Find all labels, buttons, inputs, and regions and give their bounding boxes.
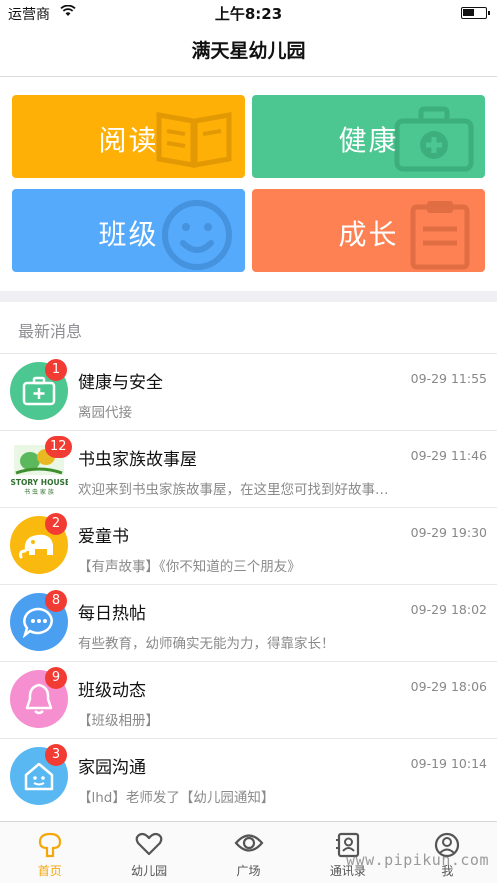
clipboard-icon <box>405 197 475 272</box>
message-preview: 欢迎来到书虫家族故事屋，在这里您可找到好故事… <box>78 482 389 498</box>
feature-grid: 阅读 健康 班级 成长 <box>12 95 489 273</box>
message-title: 家园沟通 <box>78 758 146 778</box>
unread-badge: 2 <box>45 513 67 535</box>
svg-text:iSTORY HOUSE: iSTORY HOUSE <box>10 478 68 487</box>
unread-badge: 3 <box>45 744 67 766</box>
message-item-class-news[interactable]: 9 班级动态 09-29 18:06 【班级相册】 <box>0 661 497 738</box>
nav-bar: 满天星幼儿园 <box>0 26 497 77</box>
smiley-face-icon <box>159 197 235 272</box>
clock: 上午8:23 <box>214 5 283 23</box>
tab-label: 幼儿园 <box>131 864 168 878</box>
heart-icon <box>135 832 163 860</box>
tab-kindergarten[interactable]: 幼儿园 <box>99 822 198 883</box>
message-time: 09-29 11:46 <box>410 448 487 463</box>
first-aid-kit-icon <box>393 103 475 177</box>
message-item-daily-hot[interactable]: 8 每日热帖 09-29 18:02 有些教育，幼师确实无能为力，得靠家长！ <box>0 584 497 661</box>
eye-icon <box>234 832 264 858</box>
message-list: 1 健康与安全 09-29 11:55 离园代接 iSTORY HOUSE 书 … <box>0 353 497 815</box>
svg-text:书 虫 家 族: 书 虫 家 族 <box>24 488 54 496</box>
tile-reading[interactable]: 阅读 <box>12 95 245 178</box>
tab-label: 首页 <box>37 864 62 878</box>
tile-class[interactable]: 班级 <box>12 189 245 272</box>
message-preview: 有些教育，幼师确实无能为力，得靠家长！ <box>78 636 335 652</box>
battery-icon <box>461 7 490 19</box>
message-time: 09-29 18:02 <box>410 602 487 617</box>
book-icon <box>153 103 235 173</box>
message-time: 09-19 10:14 <box>410 756 487 771</box>
unread-badge: 9 <box>45 667 67 689</box>
tab-square[interactable]: 广场 <box>199 822 298 883</box>
unread-badge: 1 <box>45 359 67 381</box>
message-title: 书虫家族故事屋 <box>78 450 197 470</box>
status-bar: 运营商 上午8:23 <box>0 0 497 26</box>
message-preview: 【班级相册】 <box>78 713 159 729</box>
message-time: 09-29 11:55 <box>410 371 487 386</box>
message-title: 每日热帖 <box>78 604 146 624</box>
message-item-story-house[interactable]: iSTORY HOUSE 书 虫 家 族 12 书虫家族故事屋 09-29 11… <box>0 430 497 507</box>
message-title: 健康与安全 <box>78 373 163 393</box>
tile-growth[interactable]: 成长 <box>252 189 485 272</box>
section-title: 最新消息 <box>18 322 83 341</box>
message-preview: 【lhd】老师发了【幼儿园通知】 <box>78 790 275 806</box>
message-time: 09-29 19:30 <box>410 525 487 540</box>
unread-badge: 12 <box>45 436 72 458</box>
unread-badge: 8 <box>45 590 67 612</box>
section-divider <box>0 291 497 302</box>
page-title: 满天星幼儿园 <box>191 40 306 62</box>
message-preview: 【有声故事】《你不知道的三个朋友》 <box>78 559 301 575</box>
message-item-health[interactable]: 1 健康与安全 09-29 11:55 离园代接 <box>0 353 497 430</box>
message-time: 09-29 18:06 <box>410 679 487 694</box>
message-title: 班级动态 <box>78 681 146 701</box>
watermark: www.pipikun.com <box>346 851 489 869</box>
message-item-home-school[interactable]: 3 家园沟通 09-19 10:14 【lhd】老师发了【幼儿园通知】 <box>0 738 497 815</box>
message-preview: 离园代接 <box>78 405 132 421</box>
message-item-children-books[interactable]: 2 爱童书 09-29 19:30 【有声故事】《你不知道的三个朋友》 <box>0 507 497 584</box>
tab-label: 广场 <box>236 864 261 878</box>
tab-home[interactable]: 首页 <box>0 822 99 883</box>
message-title: 爱童书 <box>78 527 129 547</box>
tile-health[interactable]: 健康 <box>252 95 485 178</box>
home-tree-icon <box>36 832 64 862</box>
